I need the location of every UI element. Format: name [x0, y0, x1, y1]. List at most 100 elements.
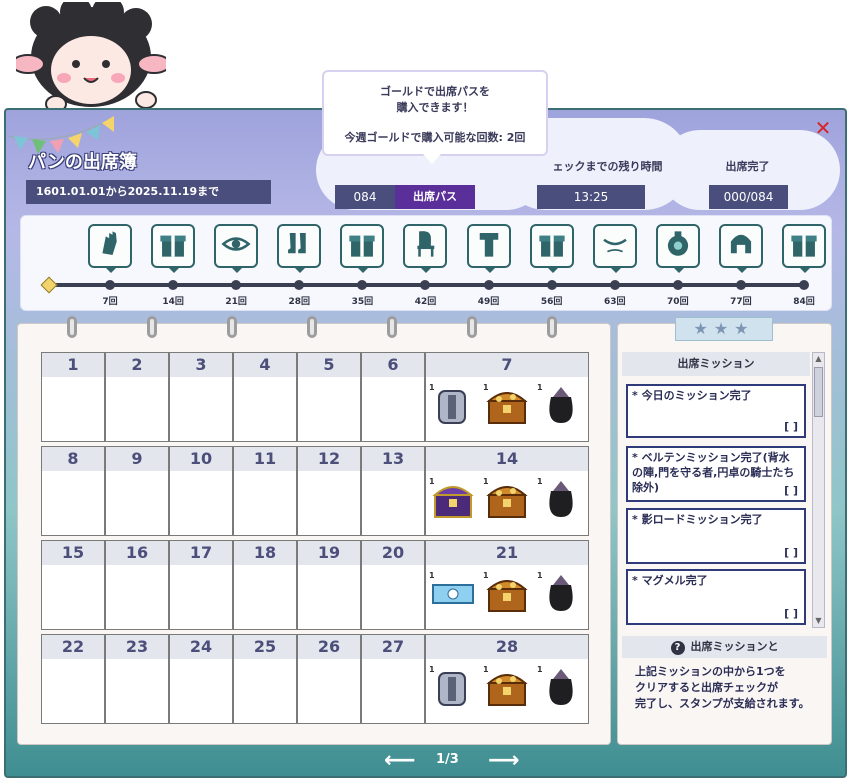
calendar-day-cell[interactable]: 25 — [233, 634, 297, 724]
reward-items: 1 1 1 — [426, 659, 588, 711]
reward-slot[interactable] — [277, 224, 322, 273]
calendar-day-cell[interactable]: 20 — [361, 540, 425, 630]
pouch-icon[interactable]: 1 — [537, 383, 583, 429]
next-page-arrow-icon[interactable]: ⟶ — [488, 748, 520, 773]
item-quantity: 1 — [429, 383, 435, 392]
reward-slot[interactable] — [214, 224, 259, 273]
day-number: 4 — [234, 353, 296, 377]
calendar-day-cell[interactable]: 6 — [361, 352, 425, 442]
eyebrow-icon — [599, 228, 631, 264]
reward-slot[interactable] — [403, 224, 448, 273]
treasure-chest-icon[interactable]: 1 — [483, 477, 529, 523]
star-rating: ★★★ — [675, 317, 773, 341]
calendar-day-cell[interactable]: 1 — [41, 352, 105, 442]
treasure-chest-icon[interactable]: 1 — [483, 571, 529, 617]
day-number: 9 — [106, 447, 168, 471]
scroll-down-arrow[interactable]: ▼ — [813, 615, 824, 627]
calendar-day-cell[interactable]: 23 — [105, 634, 169, 724]
scroll-up-arrow[interactable]: ▲ — [813, 353, 824, 365]
treasure-chest-icon[interactable]: 1 — [483, 383, 529, 429]
reward-slot[interactable] — [88, 224, 132, 273]
day-number: 19 — [298, 541, 360, 565]
purple-chest-icon[interactable]: 1 — [429, 477, 475, 523]
day-number: 22 — [42, 635, 104, 659]
calendar-day-cell[interactable]: 2 — [105, 352, 169, 442]
help-text: 上記ミッションの中から1つを クリアすると出席チェックが 完了し、スタンプが支給… — [635, 664, 825, 712]
calendar-day-cell[interactable]: 13 — [361, 446, 425, 536]
mission-header: 出席ミッション — [622, 352, 810, 376]
pouch-icon[interactable]: 1 — [537, 477, 583, 523]
calendar-day-cell[interactable]: 26 — [297, 634, 361, 724]
pouch-icon[interactable]: 1 — [537, 665, 583, 711]
gift-box-icon — [157, 228, 189, 264]
treasure-chest-icon[interactable]: 1 — [483, 665, 529, 711]
mission-text: * 影ロードミッション完了 — [632, 513, 763, 526]
mission-item: * 今日のミッション完了 [ ] — [626, 384, 806, 438]
calendar-day-cell[interactable]: 19 — [297, 540, 361, 630]
calendar-day-cell[interactable]: 27 — [361, 634, 425, 724]
mission-checkbox: [ ] — [784, 420, 798, 433]
ticket-icon[interactable]: 1 — [429, 571, 475, 617]
milestone-dot — [483, 280, 494, 290]
reward-day-cell[interactable]: 7 1 1 1 — [425, 352, 589, 442]
day-number: 14 — [426, 447, 588, 471]
pass-count: 084 — [335, 185, 395, 209]
calendar-day-cell[interactable]: 22 — [41, 634, 105, 724]
reward-items: 1 1 1 — [426, 377, 588, 429]
calendar-day-cell[interactable]: 18 — [233, 540, 297, 630]
calendar-day-cell[interactable]: 10 — [169, 446, 233, 536]
reward-slot[interactable] — [529, 224, 574, 273]
milestone-label: 28回 — [288, 297, 311, 307]
attendance-pass-button[interactable]: 出席パス — [395, 185, 475, 209]
calendar-day-cell[interactable]: 24 — [169, 634, 233, 724]
pouch-icon[interactable]: 1 — [537, 571, 583, 617]
gift-box-icon — [788, 228, 820, 264]
day-number: 24 — [170, 635, 232, 659]
calendar-day-cell[interactable]: 15 — [41, 540, 105, 630]
tooltip-arrow — [423, 154, 441, 164]
reward-slot[interactable] — [340, 224, 385, 273]
reward-day-cell[interactable]: 14 1 1 1 — [425, 446, 589, 536]
scroll-thumb[interactable] — [814, 367, 823, 417]
reward-slot[interactable] — [718, 224, 763, 273]
calendar-day-cell[interactable]: 9 — [105, 446, 169, 536]
calendar-week-row: 1234567111 — [41, 352, 589, 442]
reward-slot[interactable] — [592, 224, 637, 273]
reward-slot[interactable] — [151, 224, 196, 273]
page-indicator: 1/3 — [436, 752, 459, 767]
calendar-day-cell[interactable]: 16 — [105, 540, 169, 630]
reward-day-cell[interactable]: 28 1 1 1 — [425, 634, 589, 724]
calendar-day-cell[interactable]: 3 — [169, 352, 233, 442]
calendar-day-cell[interactable]: 5 — [297, 352, 361, 442]
calendar-day-cell[interactable]: 11 — [233, 446, 297, 536]
calendar-week-row: 8 9 10 11 12 13 14 1 1 1 — [41, 446, 589, 536]
armor-icon[interactable]: 1 — [429, 665, 475, 711]
calendar-day-cell[interactable]: 12 — [297, 446, 361, 536]
calendar-day-cell[interactable]: 8 — [41, 446, 105, 536]
reward-slot[interactable] — [782, 224, 826, 273]
boots-icon — [283, 228, 315, 264]
milestone-label: 21回 — [225, 297, 247, 307]
day-number: 28 — [426, 635, 588, 659]
mission-scrollbar[interactable]: ▲ ▼ — [812, 352, 825, 628]
reward-slot[interactable] — [466, 224, 511, 273]
help-line: 上記ミッションの中から1つを — [635, 665, 786, 678]
armor-icon[interactable]: 1 — [429, 383, 475, 429]
item-quantity: 1 — [483, 477, 489, 486]
day-number: 16 — [106, 541, 168, 565]
help-icon[interactable]: ? — [670, 641, 685, 655]
day-number: 3 — [170, 353, 232, 377]
reward-day-cell[interactable]: 21 1 1 1 — [425, 540, 589, 630]
day-number: 26 — [298, 635, 360, 659]
day-number: 2 — [106, 353, 168, 377]
calendar-day-cell[interactable]: 17 — [169, 540, 233, 630]
milestone-label: 42回 — [414, 297, 437, 307]
milestone-label: 49回 — [477, 297, 500, 307]
reward-slot[interactable] — [655, 224, 700, 273]
mission-item: * ベルテンミッション完了(背水の陣,門を守る者,円卓の騎士たち除外)[ ] — [626, 446, 806, 502]
binder-ring — [467, 316, 477, 338]
prev-page-arrow-icon[interactable]: ⟵ — [384, 748, 416, 773]
milestone-label: 77回 — [730, 297, 752, 307]
calendar-day-cell[interactable]: 4 — [233, 352, 297, 442]
sheep-mascot — [16, 2, 166, 113]
